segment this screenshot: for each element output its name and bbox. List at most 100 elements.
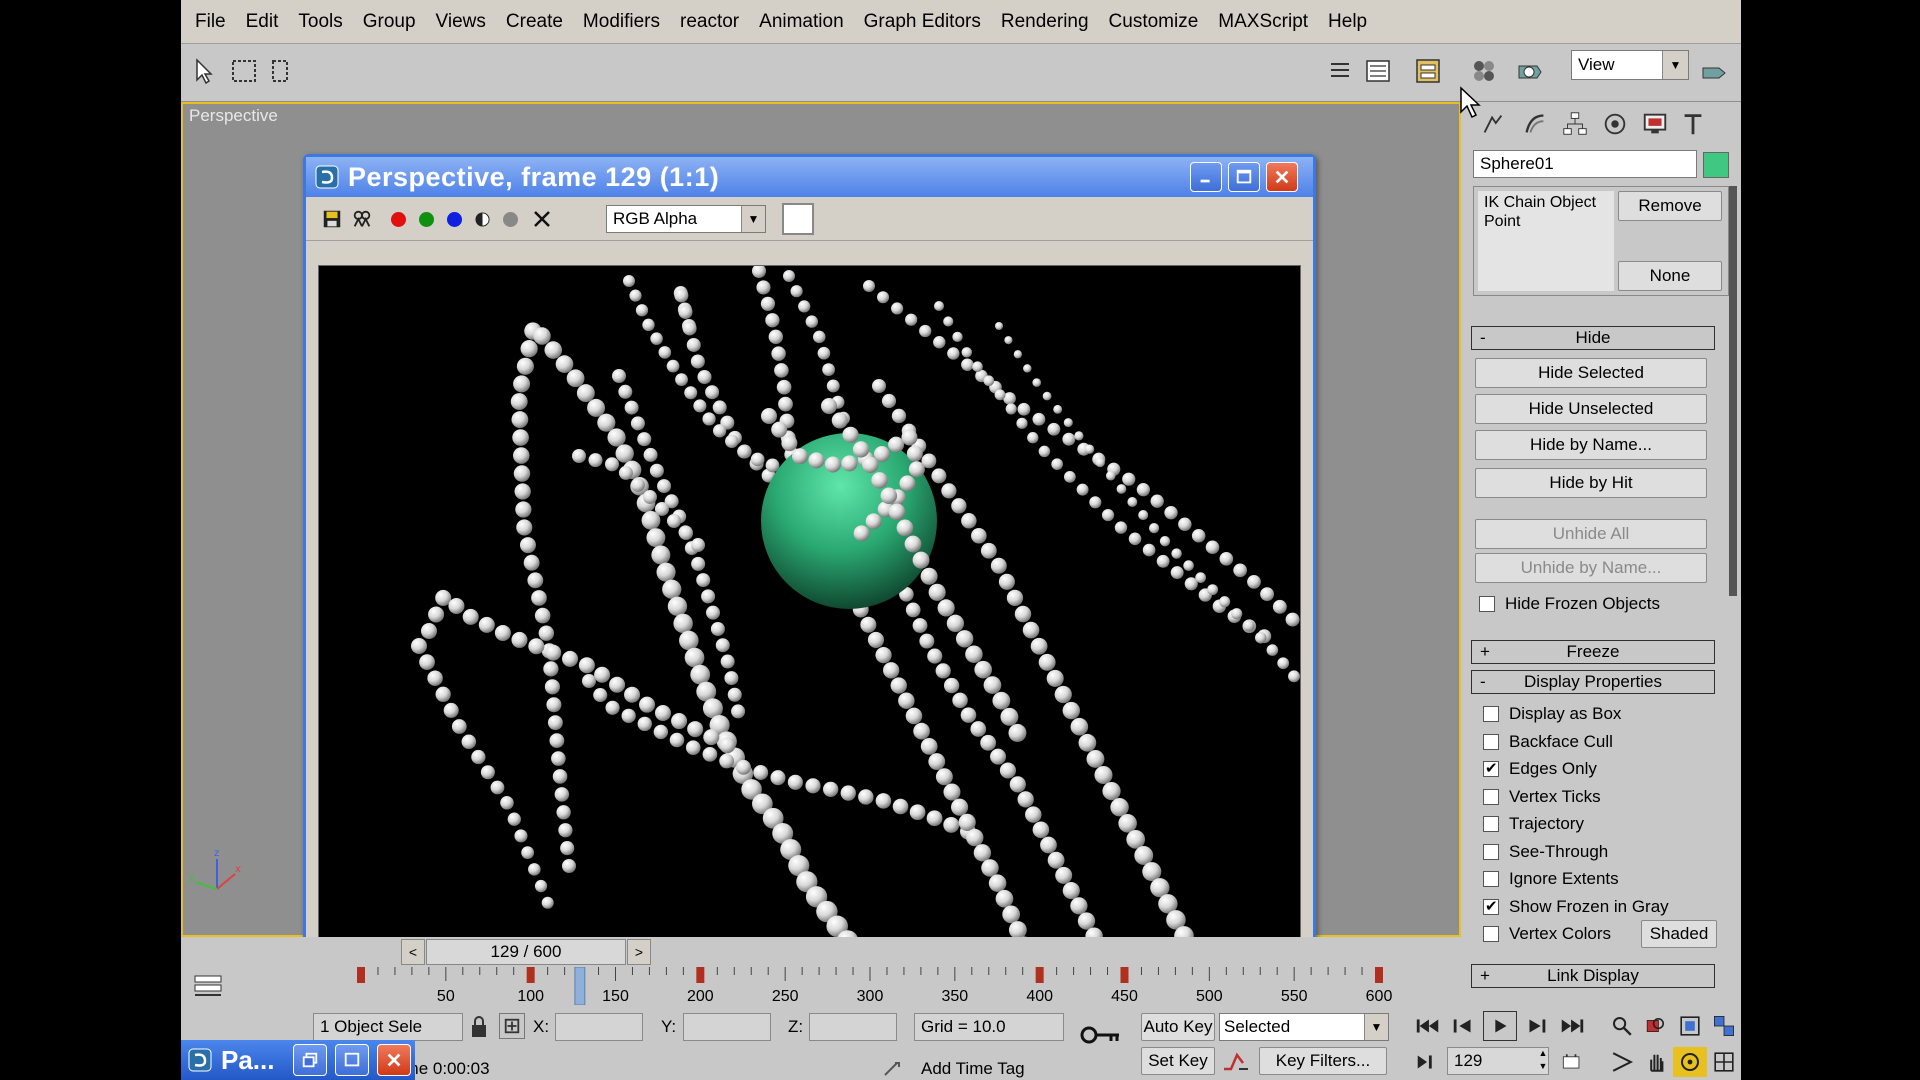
render-frame-window[interactable]: Perspective, frame 129 (1:1) RGB Alpha ▼ [303,154,1316,1018]
window-crossing-icon[interactable] [263,52,301,90]
list-item[interactable]: Point [1484,212,1608,231]
region-select-icon[interactable] [225,52,263,90]
zoom-extents-all-icon[interactable] [1707,1011,1741,1041]
keyframe-marker[interactable] [696,967,705,983]
go-to-start-icon[interactable] [1411,1011,1445,1041]
pixel-color-swatch[interactable] [782,203,814,235]
hide-rollout[interactable]: - Hide [1471,326,1715,350]
freeze-rollout[interactable]: + Freeze [1471,640,1715,664]
object-color-swatch[interactable] [1703,152,1729,178]
red-channel-button[interactable] [384,205,412,233]
keyframe-marker[interactable] [526,967,535,983]
maximize-viewport-icon[interactable] [1707,1047,1741,1077]
display-option-checkbox[interactable]: Vertex Colors [1483,922,1611,946]
hide-by-name-button[interactable]: Hide by Name... [1475,430,1707,460]
modify-tab-icon[interactable] [1517,106,1553,142]
mini-curve-editor-icon[interactable] [193,973,223,999]
menu-animation[interactable]: Animation [749,0,854,44]
unhide-by-name-button[interactable]: Unhide by Name... [1475,553,1707,583]
menu-maxscript[interactable]: MAXScript [1208,0,1318,44]
maximize-button[interactable] [1228,162,1260,192]
display-option-checkbox[interactable]: Display as Box [1483,702,1621,726]
menu-tools[interactable]: Tools [288,0,352,44]
track-bar[interactable]: 50 100 150 200 250 300 350 400 450 500 550 600 [181,967,1463,1005]
hide-by-hit-button[interactable]: Hide by Hit [1475,468,1707,498]
perspective-viewport[interactable]: Perspective z x y Perspective, frame 129… [181,102,1461,1018]
blue-channel-button[interactable] [440,205,468,233]
menu-file[interactable]: File [185,0,236,44]
render-window-titlebar[interactable]: Perspective, frame 129 (1:1) [306,157,1313,197]
display-option-checkbox[interactable]: Show Frozen in Gray [1483,895,1669,919]
current-frame-marker[interactable] [574,967,586,1005]
zoom-all-icon[interactable] [1639,1011,1673,1041]
key-mode-dropdown[interactable]: Selected ▼ [1219,1013,1389,1041]
absolute-mode-icon[interactable] [499,1013,525,1039]
select-arrow-icon[interactable] [185,52,223,90]
key-filters-button[interactable]: Key Filters... [1259,1047,1387,1075]
menu-reactor[interactable]: reactor [670,0,749,44]
auto-key-button[interactable]: Auto Key [1141,1013,1215,1041]
time-config-icon[interactable] [1555,1047,1589,1077]
hidden-category-list[interactable]: IK Chain Object Point [1478,191,1614,291]
display-properties-rollout[interactable]: - Display Properties [1471,670,1715,694]
unhide-all-button[interactable]: Unhide All [1475,519,1707,549]
menu-edit[interactable]: Edit [236,0,289,44]
layer-manager-icon[interactable] [1321,52,1359,90]
green-channel-button[interactable] [412,205,440,233]
y-coord-field[interactable] [683,1013,771,1041]
taskbar-window-button[interactable]: Pa... [181,1040,415,1080]
none-button[interactable]: None [1618,261,1722,291]
display-tab-icon[interactable] [1637,106,1673,142]
display-option-checkbox[interactable]: See-Through [1483,840,1608,864]
time-tag-icon[interactable] [881,1059,903,1079]
material-editor-icon[interactable] [1465,52,1503,90]
set-key-button[interactable]: Set Key [1141,1047,1215,1075]
menu-create[interactable]: Create [496,0,573,44]
previous-frame-icon[interactable] [1447,1011,1481,1041]
motion-tab-icon[interactable] [1597,106,1633,142]
z-coord-field[interactable] [809,1013,897,1041]
link-display-rollout[interactable]: + Link Display [1471,964,1715,988]
close-button[interactable] [1266,162,1298,192]
display-option-checkbox[interactable]: Trajectory [1483,812,1584,836]
minimize-button[interactable] [1190,162,1222,192]
pan-hand-icon[interactable] [1639,1047,1673,1077]
menu-graph-editors[interactable]: Graph Editors [854,0,991,44]
remove-button[interactable]: Remove [1618,191,1722,221]
utilities-tab-icon[interactable] [1675,106,1711,142]
prev-frame-arrow-icon[interactable]: < [401,939,425,965]
shaded-button[interactable]: Shaded [1641,920,1717,948]
menu-views[interactable]: Views [426,0,496,44]
quick-render-icon[interactable] [1695,52,1733,90]
zoom-icon[interactable] [1605,1011,1639,1041]
menu-modifiers[interactable]: Modifiers [573,0,670,44]
schematic-view-icon[interactable] [1359,52,1397,90]
zoom-extents-icon[interactable] [1673,1011,1707,1041]
clear-image-button[interactable] [528,205,556,233]
keyframe-marker[interactable] [357,967,365,983]
arc-rotate-icon[interactable] [1673,1047,1707,1077]
time-slider[interactable]: < 129 / 600 > [181,937,1463,967]
render-scene-icon[interactable] [1511,52,1549,90]
next-frame-arrow-icon[interactable]: > [627,939,651,965]
taskbar-maximize-button[interactable] [335,1044,369,1076]
menu-customize[interactable]: Customize [1099,0,1209,44]
keyframe-marker[interactable] [1035,967,1044,983]
taskbar-restore-button[interactable] [293,1044,327,1076]
menu-rendering[interactable]: Rendering [991,0,1099,44]
hide-unselected-button[interactable]: Hide Unselected [1475,394,1707,424]
keyframe-marker[interactable] [1375,967,1383,983]
viewport-label[interactable]: Perspective [189,106,278,126]
panel-scrollbar[interactable] [1729,186,1737,596]
monochrome-button[interactable] [496,205,524,233]
field-of-view-icon[interactable] [1605,1047,1639,1077]
reference-coord-dropdown[interactable]: View ▼ [1571,50,1689,80]
selection-lock-icon[interactable] [469,1015,491,1039]
list-item[interactable]: IK Chain Object [1484,193,1608,212]
display-option-checkbox[interactable]: Vertex Ticks [1483,785,1601,809]
taskbar-close-button[interactable] [377,1044,411,1076]
object-name-field[interactable]: Sphere01 [1473,150,1697,178]
menu-group[interactable]: Group [353,0,426,44]
current-frame-spinner[interactable]: 129 [1447,1047,1549,1075]
display-option-checkbox[interactable]: Ignore Extents [1483,867,1619,891]
